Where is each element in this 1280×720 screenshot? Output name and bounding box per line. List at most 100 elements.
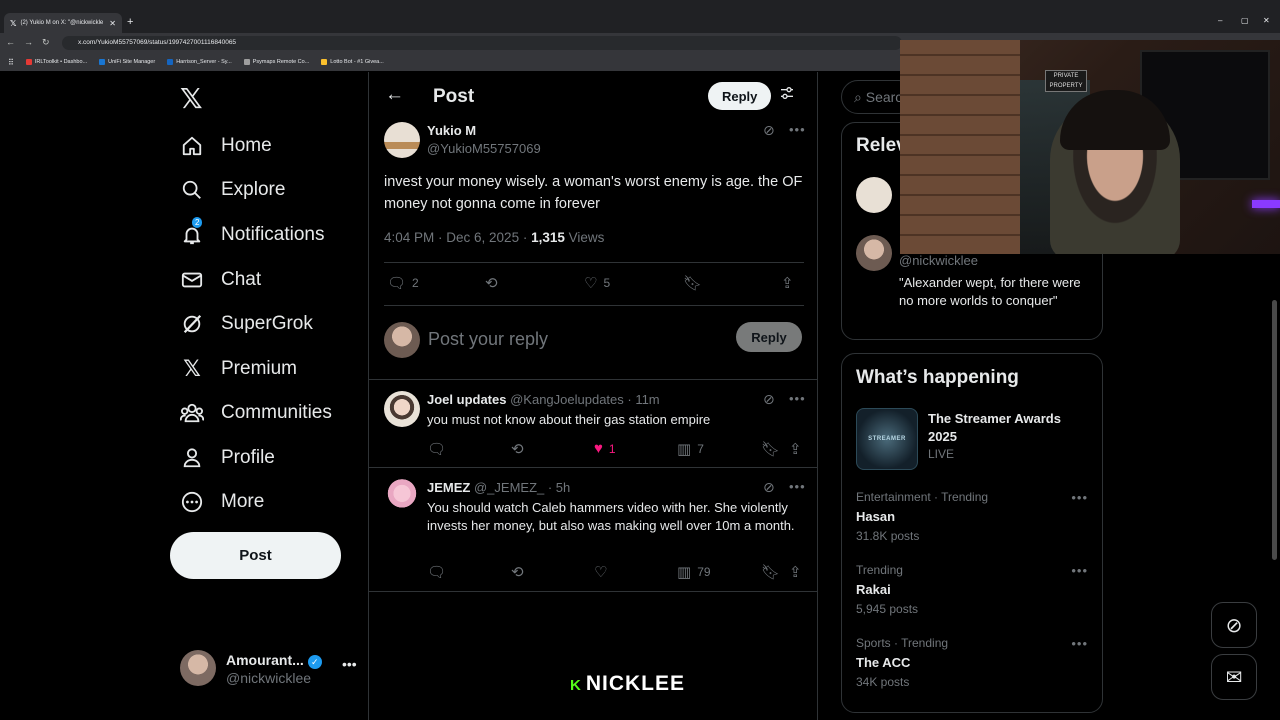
more-dots-icon[interactable]: ••• — [342, 656, 357, 672]
new-tab-button[interactable]: + — [127, 16, 133, 28]
comment-icon: 🗨︎ — [427, 564, 447, 581]
repost-action[interactable]: ⟲ — [511, 563, 524, 581]
page-scrollbar[interactable] — [1272, 300, 1277, 560]
x-logo-icon[interactable]: 𝕏 — [180, 82, 203, 115]
bookmark-action[interactable]: 🔖︎ — [761, 563, 780, 581]
account-switcher[interactable]: Amourant... ✓ @nickwicklee ••• — [180, 648, 357, 688]
grok-icon[interactable]: ⊘ — [763, 479, 775, 496]
bookmark-item[interactable]: IRLToolkit • Dashbo... — [25, 59, 87, 65]
more-dots-icon[interactable]: ••• — [789, 391, 806, 406]
views-action[interactable]: ▥ 79 — [677, 563, 711, 581]
grok-fab-button[interactable]: ⊘ — [1211, 602, 1257, 648]
back-arrow-icon[interactable]: ← — [385, 84, 404, 106]
reply-item[interactable]: Joel updates @KangJoelupdates · 11m ⊘ ••… — [369, 380, 817, 468]
people-icon — [180, 401, 204, 425]
relevant-handle[interactable]: @nickwicklee — [899, 253, 978, 268]
reply-text: You should watch Caleb hammers video wit… — [427, 500, 795, 533]
trend-item[interactable]: Sports · Trending The ACC 34K posts ••• — [856, 636, 1096, 689]
like-action[interactable]: ♡ — [594, 563, 613, 581]
avatar[interactable] — [856, 235, 892, 271]
reply-author[interactable]: JEMEZ @_JEMEZ_ · 5h — [427, 480, 570, 495]
nav-item-more[interactable]: More — [180, 487, 264, 517]
reply-button[interactable]: Reply — [708, 82, 772, 110]
reply-author[interactable]: Joel updates @KangJoelupdates · 11m — [427, 392, 660, 407]
trend-item[interactable]: Entertainment · Trending Hasan 31.8K pos… — [856, 490, 1096, 543]
author-name[interactable]: Yukio M — [427, 123, 476, 138]
reload-icon[interactable]: ↻ — [42, 37, 50, 48]
back-arrow-icon[interactable]: ← — [6, 37, 15, 47]
bookmark-item[interactable]: Psymaps Remote Co... — [243, 59, 309, 65]
post-header: ← Post Reply — [369, 72, 817, 120]
more-dots-icon[interactable]: ••• — [1071, 563, 1088, 578]
close-window-button[interactable]: ✕ — [1263, 16, 1270, 25]
minimize-button[interactable]: – — [1218, 16, 1222, 25]
nav-item-notifications[interactable]: 2 Notifications — [180, 217, 325, 250]
trend-item[interactable]: Trending Rakai 5,945 posts ••• — [856, 563, 1096, 616]
bookmark-item[interactable]: Lotto Bot - #1 Givea... — [321, 59, 384, 65]
browser-tab[interactable]: 𝕏 (2) Yukio M on X: "@nickwickle ✕ — [4, 13, 122, 33]
heart-icon: ♡ — [584, 275, 598, 292]
nav-item-supergrok[interactable]: SuperGrok — [180, 309, 313, 339]
views-action[interactable]: ▥ 7 — [677, 440, 704, 458]
more-circle-icon — [180, 490, 204, 514]
more-dots-icon[interactable]: ••• — [789, 479, 806, 494]
bookmark-action[interactable]: 🔖︎ — [761, 440, 780, 458]
author-handle[interactable]: @YukioM55757069 — [427, 141, 541, 156]
nav-item-communities[interactable]: Communities — [180, 398, 332, 428]
forward-arrow-icon[interactable]: → — [24, 37, 33, 47]
grok-icon[interactable]: ⊘ — [763, 391, 775, 408]
more-dots-icon[interactable]: ••• — [1071, 490, 1088, 505]
avatar[interactable] — [384, 122, 420, 158]
bookmark-action[interactable]: 🔖︎ — [683, 274, 702, 292]
grok-icon[interactable]: ⊘ — [763, 122, 775, 139]
repost-icon: ⟲ — [511, 441, 524, 458]
reply-submit-button[interactable]: Reply — [736, 322, 802, 352]
account-handle: @nickwicklee — [226, 670, 312, 686]
post-button[interactable]: Post — [170, 532, 341, 579]
repost-action[interactable]: ⟲ — [511, 440, 524, 458]
apps-icon[interactable]: ⠿ — [8, 58, 14, 67]
messages-fab-button[interactable]: ✉ — [1211, 654, 1257, 700]
analytics-icon: ▥ — [677, 564, 692, 581]
reply-action[interactable]: 🗨︎ — [427, 563, 446, 581]
share-action[interactable]: ⇪ — [781, 274, 794, 292]
bookmark-item[interactable]: Harrison_Server - Sy... — [167, 59, 232, 65]
browser-tabbar: 𝕏 (2) Yukio M on X: "@nickwickle ✕ + – ▢… — [0, 0, 1280, 33]
more-dots-icon[interactable]: ••• — [789, 122, 806, 137]
nav-item-chat[interactable]: Chat — [180, 265, 261, 295]
like-action[interactable]: ♡ 5 — [584, 274, 610, 292]
event-title[interactable]: The Streamer Awards 2025 — [928, 410, 1088, 446]
nav-item-explore[interactable]: Explore — [180, 175, 285, 205]
brick-wall — [900, 40, 1020, 254]
reply-action[interactable]: 🗨︎ 2 — [387, 274, 419, 292]
reply-action[interactable]: 🗨︎ — [427, 440, 446, 458]
avatar[interactable] — [856, 177, 892, 213]
nav-label: Explore — [221, 179, 286, 200]
nav-label: Communities — [221, 402, 332, 423]
nav-item-profile[interactable]: Profile — [180, 443, 275, 473]
tab-close-icon[interactable]: ✕ — [109, 19, 116, 28]
url-input[interactable]: x.com/YukioM55757069/status/199742700111… — [62, 36, 902, 50]
repost-action[interactable]: ⟲ — [485, 274, 498, 292]
main-column: ← Post Reply Yukio M @YukioM55757069 ⊘ •… — [368, 72, 818, 720]
reply-item[interactable]: JEMEZ @_JEMEZ_ · 5h ⊘ ••• You should wat… — [369, 468, 817, 592]
share-action[interactable]: ⇪ — [789, 440, 802, 458]
post-text: invest your money wisely. a woman's wors… — [384, 174, 803, 212]
more-dots-icon[interactable]: ••• — [1071, 636, 1088, 651]
nav-item-home[interactable]: Home — [180, 131, 272, 161]
nav-item-premium[interactable]: 𝕏 Premium — [180, 354, 297, 384]
post-time[interactable]: 4:04 PM · Dec 6, 2025 · — [384, 230, 531, 245]
bookmark-item[interactable]: UniFi Site Manager — [99, 59, 155, 65]
search-icon — [180, 178, 204, 202]
avatar[interactable] — [384, 391, 420, 427]
streamer-watermark: K NICKLEE — [570, 672, 686, 695]
divider — [384, 305, 804, 306]
like-action[interactable]: ♥ 1 — [594, 440, 616, 457]
post-actions: 🗨︎ 2 ⟲ ♡ 5 🔖︎ ⇪ — [369, 274, 817, 294]
event-thumbnail[interactable]: STREAMER — [856, 408, 918, 470]
reply-input[interactable]: Post your reply — [428, 329, 548, 350]
share-action[interactable]: ⇪ — [789, 563, 802, 581]
avatar[interactable] — [384, 479, 420, 515]
maximize-button[interactable]: ▢ — [1241, 16, 1249, 25]
sliders-icon[interactable] — [779, 85, 795, 106]
